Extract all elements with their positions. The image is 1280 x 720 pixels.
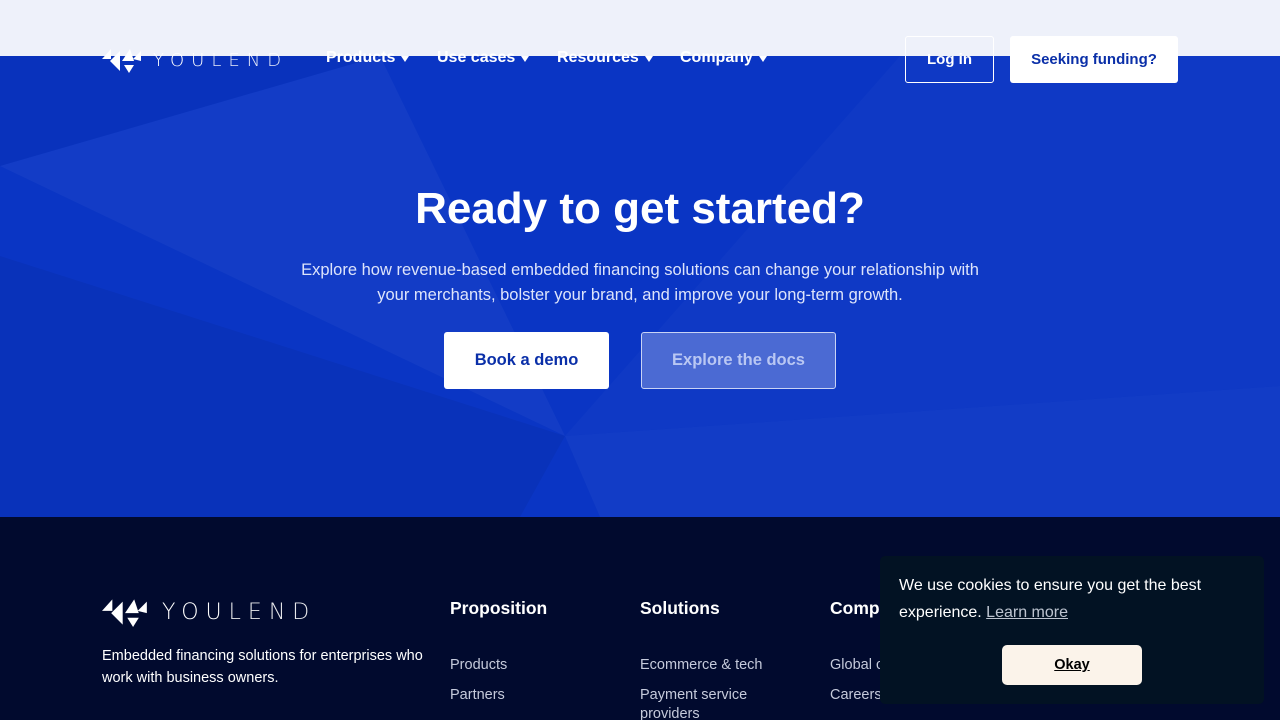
caret-down-icon: [644, 55, 653, 62]
footer-link-careers[interactable]: Careers: [830, 686, 882, 705]
youlend-logo-icon: [102, 49, 141, 73]
nav-use-cases-label: Use cases: [437, 49, 516, 66]
caret-down-icon: [521, 55, 530, 62]
youlend-logo-icon: [102, 599, 147, 627]
book-demo-button[interactable]: Book a demo: [444, 332, 609, 389]
youlend-logo[interactable]: YOULEND: [102, 47, 288, 73]
caret-down-icon: [401, 55, 410, 62]
nav-company-label: Company: [680, 49, 753, 66]
footer-link-ecommerce[interactable]: Ecommerce & tech: [640, 656, 763, 675]
footer-tagline: Embedded financing solutions for enterpr…: [102, 648, 423, 686]
nav-products-label: Products: [326, 49, 396, 66]
footer-link-global[interactable]: Global c: [830, 656, 883, 675]
cookie-message-block: We use cookies to ensure you get the bes…: [899, 572, 1249, 626]
footer-col-proposition-title: Proposition: [450, 598, 548, 618]
hero-subtitle: Explore how revenue-based embedded finan…: [301, 261, 979, 304]
nav-company[interactable]: Company: [680, 49, 767, 67]
logo-wordmark-you: YOU: [153, 49, 212, 71]
main-navbar: YOULEND Products Use cases Resources Com…: [0, 30, 1280, 90]
hero-title: Ready to get started?: [415, 184, 865, 233]
footer-youlend-logo[interactable]: YOULEND: [102, 597, 316, 627]
nav-resources-label: Resources: [557, 49, 639, 66]
seeking-funding-button[interactable]: Seeking funding?: [1010, 36, 1178, 83]
explore-docs-button[interactable]: Explore the docs: [641, 332, 836, 389]
nav-products[interactable]: Products: [326, 49, 410, 67]
footer-col-solutions-title: Solutions: [640, 598, 720, 618]
footer-link-partners[interactable]: Partners: [450, 686, 505, 705]
login-button[interactable]: Log in: [905, 36, 994, 83]
nav-resources[interactable]: Resources: [557, 49, 653, 67]
footer-link-payment-providers[interactable]: Payment service providers: [640, 686, 780, 720]
footer-logo-lend: LEND: [228, 599, 317, 625]
footer-link-products[interactable]: Products: [450, 656, 507, 675]
caret-down-icon: [758, 55, 767, 62]
cookie-banner: We use cookies to ensure you get the bes…: [880, 556, 1264, 704]
footer-col-company-title: Comp: [830, 598, 880, 618]
footer-logo-you: YOU: [162, 599, 229, 625]
cookie-okay-button[interactable]: Okay: [1002, 645, 1142, 685]
logo-wordmark-lend: LEND: [211, 49, 289, 71]
cookie-learn-more-link[interactable]: Learn more: [986, 604, 1068, 621]
logo-wordmark: YOULEND: [153, 50, 288, 71]
footer-logo-wordmark: YOULEND: [162, 600, 316, 625]
nav-use-cases[interactable]: Use cases: [437, 49, 530, 67]
